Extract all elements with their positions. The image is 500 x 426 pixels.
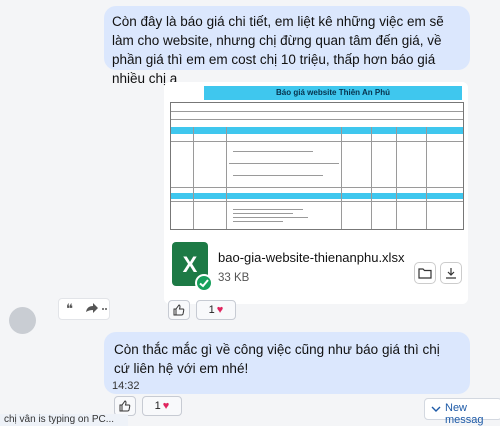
new-messages-button[interactable]: New messag [424, 398, 500, 426]
download-button[interactable] [440, 262, 462, 284]
forward-icon[interactable] [86, 303, 98, 313]
heart-icon: ♥ [216, 304, 224, 316]
file-info: X bao-gia-website-thienanphu.xlsx 33 KB [164, 232, 468, 304]
quote-icon[interactable]: ❝ [66, 301, 73, 316]
sheet-grid [170, 102, 464, 230]
more-icon[interactable] [102, 308, 107, 310]
message-bubble[interactable]: Còn thắc mắc gì về công việc cũng như bá… [104, 332, 470, 394]
excel-file-icon: X [172, 242, 213, 292]
message-bubble[interactable]: Còn đây là báo giá chi tiết, em liệt kê … [104, 6, 470, 86]
message-action-bar: ❝ [58, 298, 110, 320]
spreadsheet-preview[interactable]: Báo giá website Thiên An Phú [164, 82, 468, 233]
new-messages-label: New messag [445, 402, 484, 426]
heart-reaction-badge[interactable]: 1 ♥ [196, 300, 236, 320]
heart-reaction-badge[interactable]: 1 ♥ [142, 396, 182, 416]
thumbs-up-button[interactable] [168, 300, 190, 320]
checkmark-icon [195, 274, 213, 292]
typing-indicator: chị vân is typing on PC... [0, 414, 128, 426]
download-icon [446, 268, 456, 279]
avatar[interactable] [9, 307, 36, 334]
reactions-row: 1 ♥ [168, 300, 236, 320]
file-attachment-card[interactable]: Báo giá website Thiên An Phú X bao-gia-w… [164, 82, 468, 304]
message-text: Còn thắc mắc gì về công việc cũng như bá… [114, 342, 440, 376]
open-folder-button[interactable] [414, 262, 436, 284]
folder-icon [418, 268, 432, 279]
reaction-count: 1 [154, 400, 161, 412]
reaction-count: 1 [208, 304, 215, 316]
message-time: 14:32 [112, 380, 140, 392]
sheet-title: Báo giá website Thiên An Phú [204, 86, 462, 100]
heart-icon: ♥ [162, 400, 170, 412]
thumbs-up-button[interactable] [114, 396, 136, 416]
chevron-down-icon [431, 406, 441, 412]
file-size: 33 KB [218, 272, 250, 284]
file-name[interactable]: bao-gia-website-thienanphu.xlsx [218, 250, 404, 265]
thumbs-up-icon [119, 400, 131, 412]
svg-text:❝: ❝ [66, 301, 73, 316]
message-text: Còn đây là báo giá chi tiết, em liệt kê … [112, 14, 444, 86]
thumbs-up-icon [173, 304, 185, 316]
reactions-row: 1 ♥ [114, 396, 182, 416]
